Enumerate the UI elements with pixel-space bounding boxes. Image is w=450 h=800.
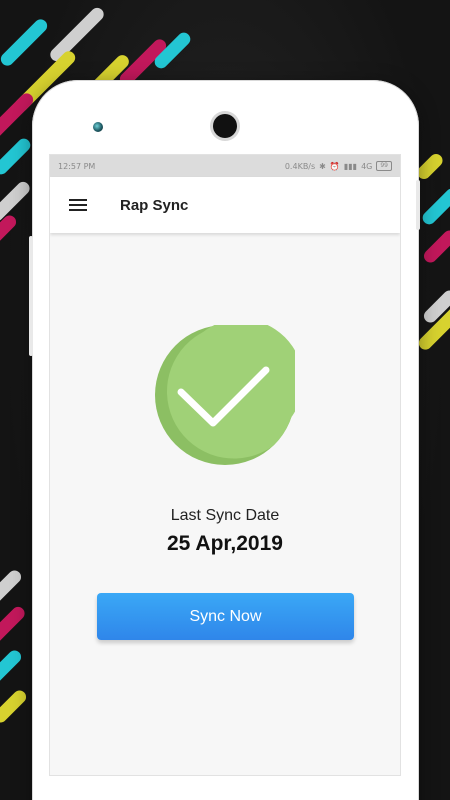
main-content: Last Sync Date 25 Apr,2019 Sync Now	[50, 233, 400, 775]
page-title: Rap Sync	[120, 196, 189, 214]
status-bar: 12:57 PM 0.4KB/s ✱ ⏰ ▮▮▮ 4G 99	[50, 155, 400, 177]
signal-icon: ▮▮▮	[343, 161, 358, 171]
alarm-icon: ⏰	[329, 161, 340, 171]
check-circle-icon	[155, 319, 303, 465]
bluetooth-icon: ✱	[319, 161, 326, 171]
network-type: 4G	[361, 161, 373, 171]
battery-icon: 99	[376, 161, 392, 171]
phone-screen: 12:57 PM 0.4KB/s ✱ ⏰ ▮▮▮ 4G 99 Rap Sync	[49, 154, 401, 776]
app-bar: Rap Sync	[50, 177, 400, 233]
sync-now-button-label: Sync Now	[189, 607, 262, 625]
hamburger-menu-icon[interactable]	[50, 177, 106, 233]
status-time: 12:57 PM	[58, 161, 96, 171]
last-sync-label: Last Sync Date	[170, 507, 280, 524]
earpiece-sensor	[93, 122, 103, 132]
network-speed: 0.4KB/s	[284, 161, 316, 171]
front-camera	[213, 114, 237, 138]
last-sync-date: 25 Apr,2019	[167, 532, 283, 555]
phone-side-button-right	[416, 180, 420, 230]
sync-now-button[interactable]: Sync Now	[97, 593, 354, 640]
battery-level: 99	[380, 162, 388, 169]
phone-side-button	[29, 236, 33, 356]
status-indicators: 0.4KB/s ✱ ⏰ ▮▮▮ 4G 99	[285, 161, 392, 171]
